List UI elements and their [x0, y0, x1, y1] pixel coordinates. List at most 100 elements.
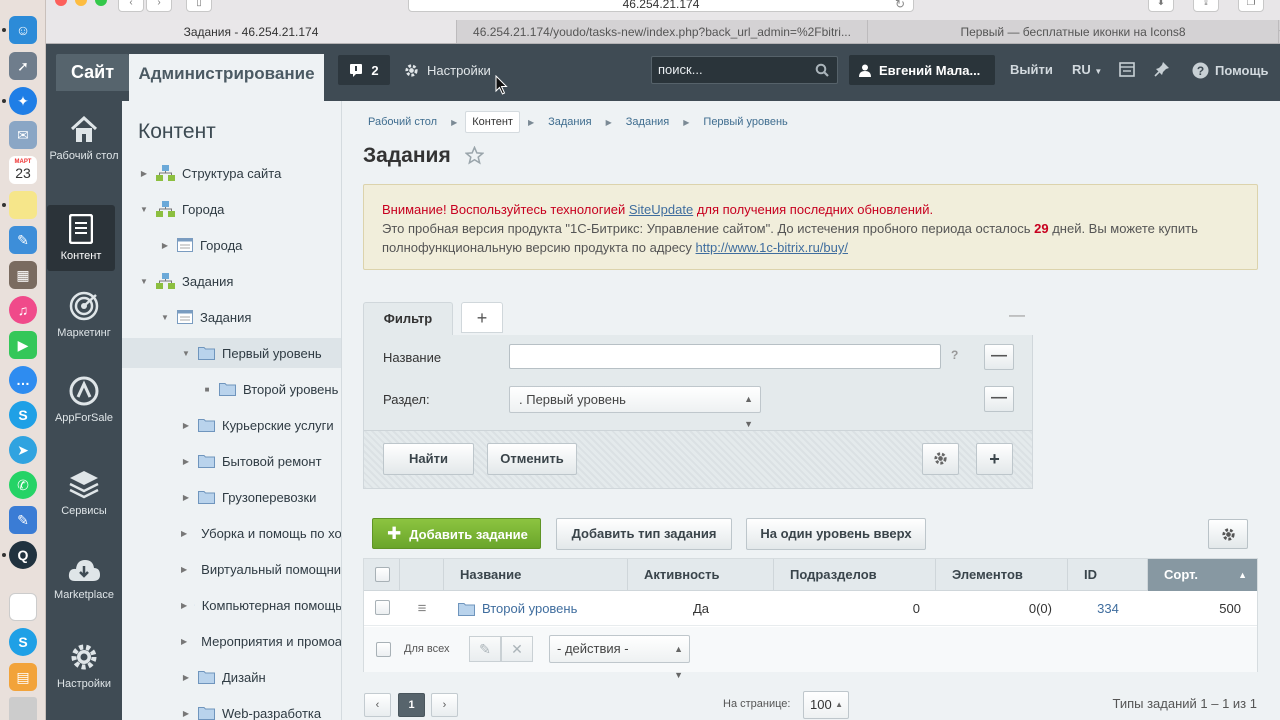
- column-header-elements[interactable]: Элементов: [936, 559, 1068, 591]
- tree-item-section[interactable]: ▶ Курьерские услуги: [122, 410, 341, 440]
- row-name-link[interactable]: Второй уровень: [482, 601, 577, 616]
- find-button[interactable]: Найти: [383, 443, 474, 475]
- trash-icon[interactable]: [9, 697, 37, 720]
- music-icon[interactable]: ♫: [9, 296, 37, 324]
- menu-marketplace[interactable]: Marketplace: [46, 557, 122, 617]
- sidebar-toggle-button[interactable]: ▯: [186, 0, 212, 12]
- browser-tab[interactable]: 46.254.21.174/youdo/tasks-new/index.php?…: [457, 20, 868, 43]
- add-task-button[interactable]: ✚ Добавить задание: [372, 518, 541, 549]
- minimize-window-button[interactable]: [75, 0, 87, 6]
- menu-settings[interactable]: Настройки: [46, 642, 122, 702]
- column-header-subsections[interactable]: Подразделов: [774, 559, 936, 591]
- back-button[interactable]: ‹: [118, 0, 144, 12]
- row-menu-icon[interactable]: ≡: [400, 600, 444, 617]
- select-all-checkbox[interactable]: [375, 567, 390, 582]
- help-button[interactable]: ? Помощь: [1192, 55, 1268, 85]
- expand-arrow-icon[interactable]: ▶: [181, 637, 187, 646]
- tree-item-section[interactable]: ▶ Web-разработка: [122, 698, 341, 720]
- finder-icon[interactable]: ☺: [9, 16, 37, 44]
- edit-pencil-icon[interactable]: ✎: [469, 636, 501, 662]
- download-icon[interactable]: ⬇: [1148, 0, 1174, 12]
- section-select[interactable]: . Первый уровень ▲ ▼: [509, 386, 761, 429]
- menu-appforsale[interactable]: AppForSale: [46, 376, 122, 436]
- telegram-icon[interactable]: ➤: [9, 436, 37, 464]
- expand-arrow-icon[interactable]: ▶: [139, 169, 149, 178]
- expand-arrow-icon[interactable]: ▶: [181, 493, 191, 502]
- notes-icon[interactable]: [9, 191, 37, 219]
- column-header-active[interactable]: Активность: [628, 559, 774, 591]
- facetime-icon[interactable]: ▶: [9, 331, 37, 359]
- help-icon[interactable]: ?: [951, 348, 958, 362]
- reload-icon[interactable]: ↻: [895, 0, 905, 15]
- language-selector[interactable]: RU ▼: [1072, 55, 1102, 85]
- collapse-arrow-icon[interactable]: ▼: [181, 349, 191, 358]
- menu-desktop[interactable]: Рабочий стол: [46, 116, 122, 186]
- search-input[interactable]: поиск...: [651, 56, 838, 84]
- pin-icon[interactable]: [1154, 61, 1170, 77]
- collapse-arrow-icon[interactable]: ▼: [139, 205, 149, 214]
- tree-item-site-structure[interactable]: ▶ Структура сайта: [122, 158, 341, 188]
- browser-tab[interactable]: Первый — бесплатные иконки на Icons8: [868, 20, 1279, 43]
- remove-name-filter-button[interactable]: —: [984, 344, 1014, 370]
- user-menu-button[interactable]: Евгений Мала...: [849, 55, 995, 85]
- whatsapp-icon[interactable]: ✆: [9, 471, 37, 499]
- quicktime-icon[interactable]: Q: [9, 541, 37, 569]
- skype-icon[interactable]: S: [9, 628, 37, 656]
- tree-item-first-level[interactable]: ▼ Первый уровень: [122, 338, 341, 368]
- forward-button[interactable]: ›: [146, 0, 172, 12]
- name-filter-input[interactable]: [509, 344, 941, 369]
- add-filter-field-button[interactable]: +: [976, 443, 1013, 475]
- notifications-button[interactable]: 2: [338, 55, 390, 85]
- tree-item-section[interactable]: ▶ Бытовой ремонт: [122, 446, 341, 476]
- tree-item-cities-type[interactable]: ▼ Города: [122, 194, 341, 224]
- breadcrumb-item[interactable]: Рабочий стол: [362, 112, 443, 132]
- menu-services[interactable]: Сервисы: [46, 469, 122, 529]
- expand-arrow-icon[interactable]: ▶: [181, 457, 191, 466]
- tabs-overview-icon[interactable]: ❐: [1238, 0, 1264, 12]
- group-actions-select[interactable]: - действия - ▲ ▼: [549, 635, 690, 680]
- xcode-icon[interactable]: ✎: [9, 506, 37, 534]
- column-header-sort[interactable]: Сорт. ▲: [1148, 559, 1257, 591]
- buy-link[interactable]: http://www.1c-bitrix.ru/buy/: [696, 240, 848, 255]
- breadcrumb-item[interactable]: Задания: [542, 112, 597, 132]
- expand-arrow-icon[interactable]: ▶: [181, 709, 191, 718]
- expand-arrow-icon[interactable]: ▶: [181, 565, 187, 574]
- logout-button[interactable]: Выйти: [1010, 55, 1053, 85]
- column-header-name[interactable]: Название: [444, 559, 628, 591]
- breadcrumb-item[interactable]: Первый уровень: [697, 112, 793, 132]
- tree-item-second-level[interactable]: ■ Второй уровень: [122, 374, 341, 404]
- calendar-icon[interactable]: МАРТ 23: [9, 156, 37, 184]
- tree-item-section[interactable]: ▶ Компьютерная помощь: [122, 590, 341, 620]
- address-bar[interactable]: 46.254.21.174 ↻: [408, 0, 914, 12]
- launchpad-icon[interactable]: ➚: [9, 52, 37, 80]
- breadcrumb-item[interactable]: Контент: [465, 111, 520, 133]
- tree-item-section[interactable]: ▶ Виртуальный помощник: [122, 554, 341, 584]
- column-header-id[interactable]: ID: [1068, 559, 1148, 591]
- breadcrumb-item[interactable]: Задания: [620, 112, 675, 132]
- remove-section-filter-button[interactable]: —: [984, 386, 1014, 412]
- close-window-button[interactable]: [55, 0, 67, 6]
- filter-settings-button[interactable]: [922, 443, 959, 475]
- menu-marketing[interactable]: Маркетинг: [46, 291, 122, 351]
- photos-icon[interactable]: ▤: [9, 663, 37, 691]
- expand-arrow-icon[interactable]: ▶: [160, 241, 170, 250]
- for-all-checkbox[interactable]: [376, 642, 391, 657]
- cancel-button[interactable]: Отменить: [487, 443, 577, 475]
- add-task-type-button[interactable]: Добавить тип задания: [556, 518, 732, 550]
- skype-icon[interactable]: S: [9, 401, 37, 429]
- browser-tab[interactable]: Задания - 46.254.21.174: [46, 20, 457, 43]
- search-icon[interactable]: [815, 63, 829, 77]
- row-id-link[interactable]: 334: [1068, 601, 1148, 616]
- next-page-button[interactable]: ›: [431, 693, 458, 717]
- tree-item-section[interactable]: ▶ Дизайн: [122, 662, 341, 692]
- share-icon[interactable]: ⇪: [1193, 0, 1219, 12]
- tree-item-tasks-type[interactable]: ▼ Задания: [122, 266, 341, 296]
- calculator-icon[interactable]: ▦: [9, 261, 37, 289]
- per-page-select[interactable]: 100 ▲▼: [803, 691, 849, 719]
- row-checkbox[interactable]: [375, 599, 390, 615]
- tree-item-section[interactable]: ▶ Грузоперевозки: [122, 482, 341, 512]
- expand-arrow-icon[interactable]: ▶: [181, 673, 191, 682]
- menu-content[interactable]: Контент: [47, 205, 115, 271]
- xcode-icon[interactable]: ✎: [9, 226, 37, 254]
- safari-icon[interactable]: ✦: [9, 87, 37, 115]
